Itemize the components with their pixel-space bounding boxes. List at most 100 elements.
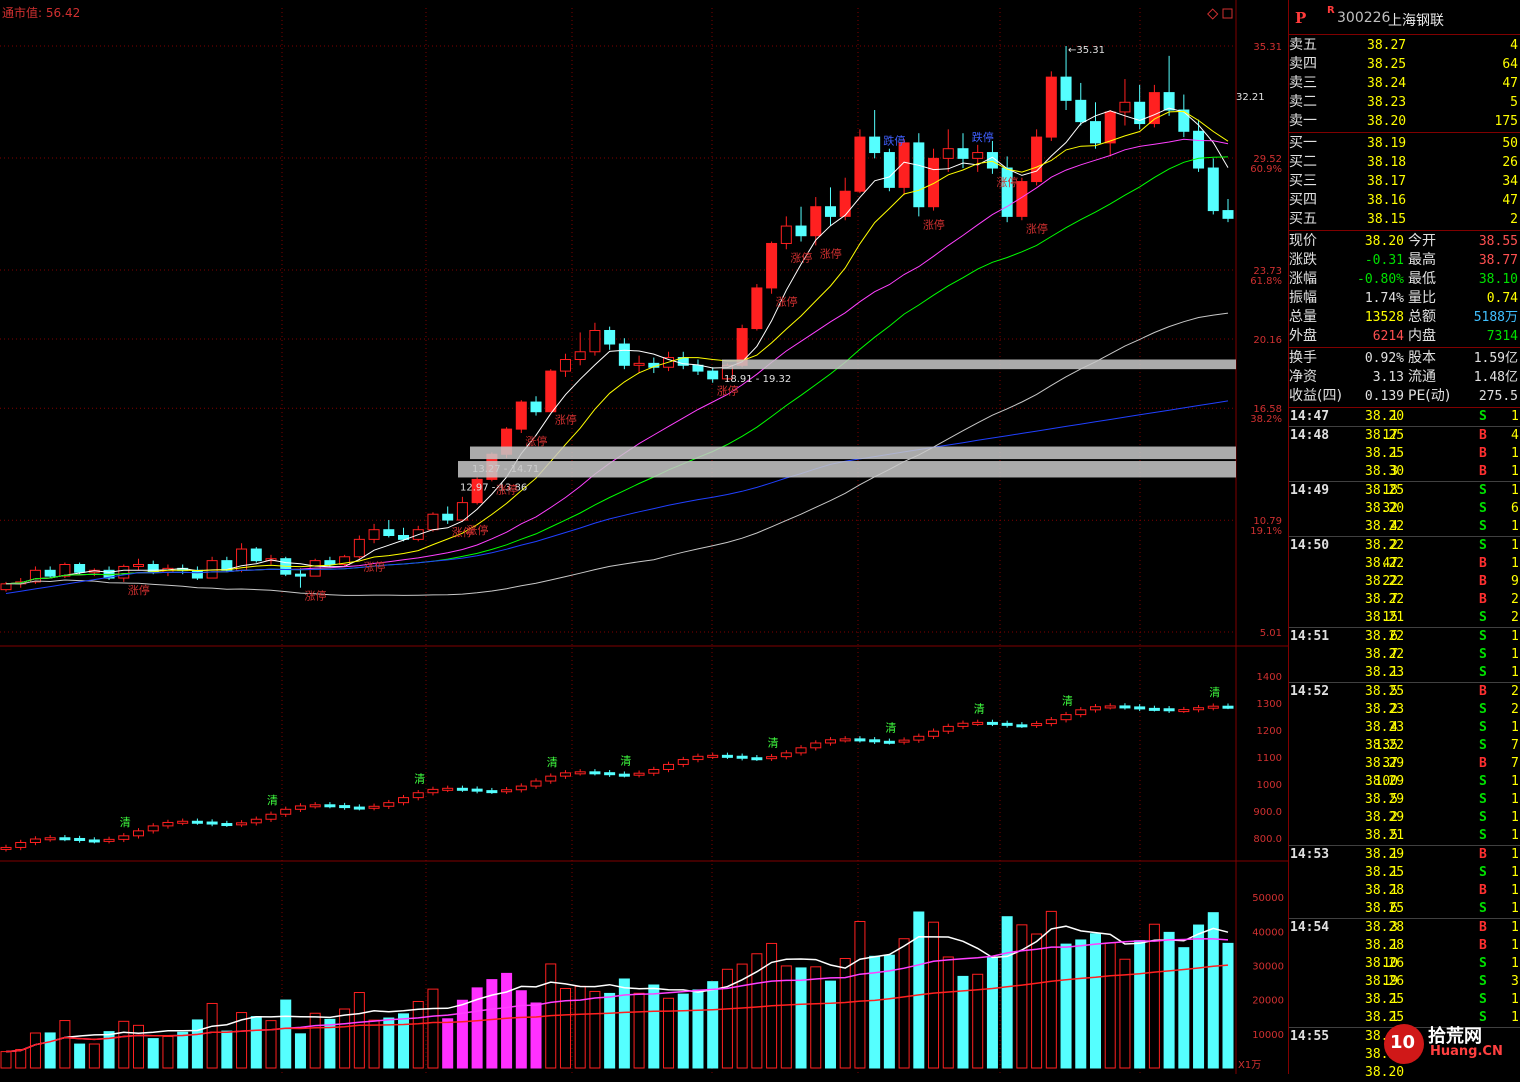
ask-row[interactable]: 卖三 38.24 47: [1289, 74, 1520, 93]
indicator-bar: [1104, 705, 1116, 709]
bid-row[interactable]: 买五 38.15 2: [1289, 210, 1520, 229]
clear-signal-label: 清: [885, 722, 896, 735]
stat-label: 外盘: [1289, 328, 1317, 344]
indicator-bar: [442, 787, 454, 791]
tick-price: 38.23: [1365, 720, 1405, 735]
indicator-bar: [986, 721, 998, 725]
kline-chart[interactable]: 通市值: 56.4235.3129.5223.7320.1616.5810.79…: [0, 0, 1288, 1074]
tick-volume: 1: [1390, 865, 1398, 880]
indicator-bar: [1001, 722, 1013, 726]
volume-bar: [206, 1002, 218, 1069]
candle-body: [810, 206, 822, 237]
ask-volume: 5: [1510, 95, 1518, 110]
tick-side: S: [1479, 865, 1487, 880]
bid-book: 买一 38.19 50 买二 38.18 26 买三 38.17 34 买四 38.16 47 买五 38…: [1289, 133, 1520, 231]
stat-value: 38.20: [1364, 234, 1404, 249]
tick-volume: 7: [1390, 647, 1398, 662]
volume-bar: [1148, 923, 1160, 1069]
indicator-bar: [530, 780, 542, 787]
volume-axis-label: 10000: [1252, 1030, 1284, 1041]
tick-side: S: [1479, 483, 1487, 498]
ask-row[interactable]: 卖二 38.23 5: [1289, 93, 1520, 112]
tick-count: 1: [1511, 409, 1519, 424]
candle-body: [1075, 99, 1087, 123]
bid-row[interactable]: 买二 38.18 26: [1289, 153, 1520, 172]
indicator-bar: [795, 747, 807, 754]
tick-row: 14:54 38.28 3 B 1: [1289, 918, 1520, 937]
indicator-bar: [147, 825, 159, 832]
indicator-bar: [294, 805, 306, 810]
kline-chart-area[interactable]: 通市值: 56.42 35.31 29.52 23.73 20.16 16.58 10.79…: [0, 0, 1288, 1074]
indicator-bar: [839, 738, 851, 742]
tick-price: 38.28: [1365, 883, 1405, 898]
bid-row[interactable]: 买三 38.17 34: [1289, 172, 1520, 191]
stat-value: 7314: [1486, 329, 1518, 344]
ask-row[interactable]: 卖一 38.20 175: [1289, 112, 1520, 131]
candle-body: [1163, 92, 1175, 111]
bid-row[interactable]: 买一 38.19 50: [1289, 134, 1520, 153]
bid-volume: 2: [1510, 212, 1518, 227]
bid-price: 38.16: [1367, 193, 1407, 208]
indicator-bar: [1148, 707, 1160, 711]
ask-book: 卖五 38.27 4 卖四 38.25 64 卖三 38.24 47 卖二 38.23 5 卖一 38.2…: [1289, 35, 1520, 133]
indicator-bar: [574, 771, 586, 775]
candle-body: [427, 513, 439, 531]
indicator-bar: [1031, 723, 1043, 727]
stat-row: 涨跌 -0.31 最高 38.77: [1289, 251, 1520, 270]
tick-row: 14:52 38.25 5 B 2: [1289, 682, 1520, 701]
stat-label: 今开: [1408, 233, 1436, 249]
candle-body: [191, 569, 203, 579]
tick-count: 2: [1511, 592, 1519, 607]
indicator-bar: [942, 725, 954, 732]
tick-price: 38.25: [1365, 901, 1405, 916]
bid-volume: 50: [1502, 136, 1518, 151]
indicator-bar: [1222, 705, 1234, 709]
candle-body: [766, 242, 778, 289]
fund-label: 净资: [1289, 369, 1317, 385]
indicator-bar: [1163, 708, 1175, 712]
tick-volume: 4: [1390, 519, 1398, 534]
volume-bar: [427, 988, 439, 1069]
fund-label: 流通: [1408, 369, 1436, 385]
p-mark[interactable]: P: [1295, 9, 1306, 27]
market-cap-label: 通市值: 56.42: [2, 5, 80, 20]
tick-row: 38.23 4 S 1: [1289, 719, 1520, 737]
stat-value: -0.80%: [1357, 272, 1404, 287]
candle-body: [44, 569, 56, 577]
candle-body: [928, 157, 940, 208]
candle-body: [294, 573, 306, 577]
tick-volume: 32: [1382, 501, 1398, 516]
tick-volume: 5: [1390, 684, 1398, 699]
volume-bar: [707, 981, 719, 1069]
bid-row[interactable]: 买四 38.16 47: [1289, 191, 1520, 210]
tick-row: 38.28 1 B 1: [1289, 882, 1520, 900]
indicator-bar: [1134, 706, 1146, 710]
clear-signal-label: 清: [120, 816, 131, 829]
indicator-bar: [589, 771, 601, 775]
volume-bar: [663, 997, 675, 1069]
tick-volume: 1: [1390, 446, 1398, 461]
tick-price: 38.29: [1365, 847, 1405, 862]
volume-bar: [294, 1033, 306, 1069]
indicator-axis-label: 1300: [1257, 699, 1282, 710]
stat-label: 总量: [1289, 309, 1317, 325]
candle-body: [442, 513, 454, 521]
indicator-bar: [59, 837, 71, 841]
tick-row: 38.23 1 S 1: [1289, 664, 1520, 682]
candle-body: [574, 351, 586, 361]
ask-row[interactable]: 卖四 38.25 64: [1289, 55, 1520, 74]
volume-bar: [530, 1002, 542, 1069]
ask-row[interactable]: 卖五 38.27 4: [1289, 36, 1520, 55]
indicator-bar: [29, 838, 41, 843]
candle-body: [118, 565, 130, 579]
stat-label: 量比: [1408, 290, 1436, 306]
stat-label: 振幅: [1289, 290, 1317, 306]
indicator-bar: [692, 755, 704, 761]
tick-volume: 1: [1390, 847, 1398, 862]
candle-body: [250, 548, 262, 562]
bid-price: 38.15: [1367, 212, 1407, 227]
volume-bar: [648, 984, 660, 1069]
stat-value: -0.31: [1364, 253, 1404, 268]
tick-volume: 6: [1390, 901, 1398, 916]
tick-list[interactable]: 14:47 38.20 1 S 1 14:48 38.25 17 B 4 38.25 1 B 1 38.30…: [1289, 408, 1520, 1082]
